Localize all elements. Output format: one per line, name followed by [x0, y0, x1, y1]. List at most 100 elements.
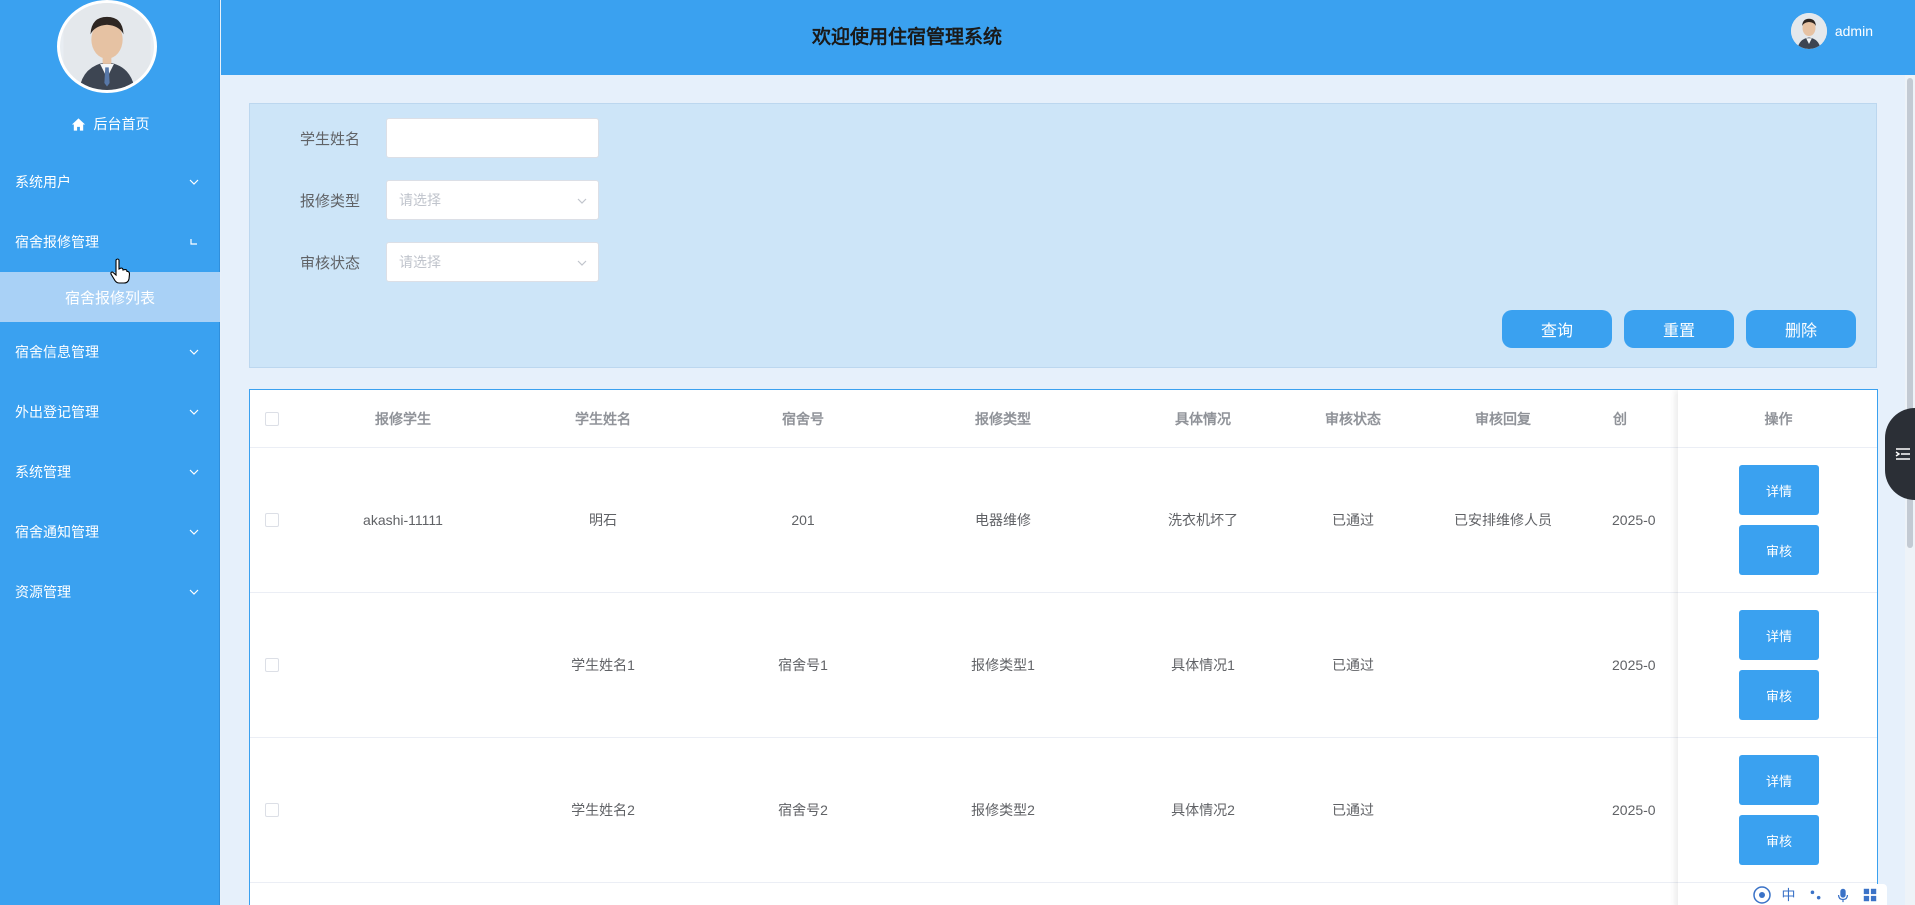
actions-cell: 详情 审核: [1678, 448, 1877, 593]
cell-room: 201: [791, 512, 815, 528]
main-content: 学生姓名 报修类型 请选择 审核状态 请选择 查询 重置 删除 报修学生 学生姓…: [221, 75, 1915, 905]
avatar[interactable]: [57, 0, 157, 93]
audit-status-row: 审核状态 请选择: [250, 242, 599, 282]
menu-item-outing-register[interactable]: 外出登记管理: [0, 382, 220, 442]
user-avatar: [1790, 13, 1827, 49]
menu-label: 系统管理: [15, 464, 71, 480]
cell-detail: 具体情况1: [1171, 657, 1235, 673]
cell-room: 宿舍号1: [778, 657, 828, 673]
menu-label: 外出登记管理: [15, 404, 99, 420]
detail-button[interactable]: 详情: [1739, 465, 1819, 515]
ime-language-toggle[interactable]: 中: [1780, 886, 1798, 904]
cell-room: 宿舍号2: [778, 802, 828, 818]
table-row[interactable]: 学生姓名2 宿舍号2 报修类型2 具体情况2 已通过 2025-0: [250, 738, 1877, 883]
select-all-checkbox[interactable]: [265, 411, 279, 426]
cell-type: 报修类型1: [971, 657, 1035, 673]
cell-status: 已通过: [1332, 802, 1374, 818]
cell-created: 2025-0: [1612, 657, 1656, 673]
top-header: 欢迎使用住宿管理系统 admin: [221, 0, 1915, 75]
detail-button[interactable]: 详情: [1739, 755, 1819, 805]
punctuation-icon[interactable]: [1807, 886, 1825, 904]
chevron-down-icon: [188, 466, 200, 478]
detail-button[interactable]: 详情: [1739, 610, 1819, 660]
microphone-icon[interactable]: [1834, 886, 1852, 904]
hand-cursor-icon: [110, 258, 130, 284]
cell-detail: 具体情况2: [1171, 802, 1235, 818]
home-link[interactable]: 后台首页: [0, 112, 220, 136]
actions-cell: 详情 审核: [1678, 738, 1877, 883]
menu-item-resource-management[interactable]: 资源管理: [0, 562, 220, 622]
table-row[interactable]: akashi-11111 明石 201 电器维修 洗衣机坏了 已通过 已安排维修…: [250, 448, 1877, 593]
col-header: 学生姓名: [575, 410, 631, 427]
col-header: 具体情况: [1175, 410, 1231, 427]
chevron-up-icon: [188, 236, 200, 248]
cell-name: 明石: [589, 512, 617, 528]
chevron-down-icon: [577, 260, 587, 266]
username: admin: [1834, 23, 1873, 39]
row-checkbox[interactable]: [265, 658, 279, 672]
list-menu-icon: [1895, 448, 1910, 460]
repair-type-placeholder: 请选择: [399, 192, 441, 208]
col-header: 审核状态: [1325, 410, 1381, 427]
col-header: 创: [1613, 410, 1627, 427]
audit-status-label: 审核状态: [299, 254, 360, 272]
audit-status-placeholder: 请选择: [399, 254, 441, 270]
student-name-label: 学生姓名: [299, 130, 360, 148]
cell-type: 电器维修: [975, 512, 1031, 528]
menu-label: 宿舍信息管理: [15, 344, 99, 360]
chevron-down-icon: [188, 586, 200, 598]
side-drawer-handle[interactable]: [1885, 408, 1915, 500]
home-icon: [71, 117, 85, 131]
search-actions: 查询 重置 删除: [1502, 310, 1856, 348]
query-button[interactable]: 查询: [1502, 310, 1612, 348]
cell-student: akashi-11111: [363, 512, 443, 528]
menu-item-dorm-info[interactable]: 宿舍信息管理: [0, 322, 220, 382]
actions-column: 操作 详情 审核 详情 审核 详情 审核: [1678, 390, 1877, 905]
student-name-input[interactable]: [386, 118, 599, 158]
repair-table: 报修学生 学生姓名 宿舍号 报修类型 具体情况 审核状态 审核回复 创 akas…: [249, 389, 1878, 905]
reset-button[interactable]: 重置: [1624, 310, 1734, 348]
col-header: 报修类型: [975, 410, 1031, 427]
menu-label: 资源管理: [15, 584, 71, 600]
menu-item-system-users[interactable]: 系统用户: [0, 152, 220, 212]
cell-student: [303, 738, 503, 882]
cell-status: 已通过: [1332, 512, 1374, 528]
cell-reply: 已安排维修人员: [1454, 512, 1552, 528]
cell-created: 2025-0: [1612, 512, 1656, 528]
delete-button[interactable]: 删除: [1746, 310, 1856, 348]
table-header: 报修学生 学生姓名 宿舍号 报修类型 具体情况 审核状态 审核回复 创: [250, 390, 1877, 448]
avatar-image: [63, 3, 151, 90]
repair-type-label: 报修类型: [299, 192, 360, 210]
repair-type-row: 报修类型 请选择: [250, 180, 599, 220]
menu-item-system-management[interactable]: 系统管理: [0, 442, 220, 502]
repair-type-select[interactable]: 请选择: [386, 180, 599, 220]
cell-student: [303, 593, 503, 737]
col-header: 审核回复: [1475, 410, 1531, 427]
col-header: 报修学生: [375, 410, 431, 427]
menu-item-dorm-notice[interactable]: 宿舍通知管理: [0, 502, 220, 562]
ime-toolbar[interactable]: 中: [1744, 884, 1887, 905]
row-checkbox[interactable]: [265, 513, 279, 527]
chevron-down-icon: [188, 406, 200, 418]
cell-reply: [1403, 593, 1603, 737]
cell-name: 学生姓名1: [571, 657, 635, 673]
chevron-down-icon: [577, 198, 587, 204]
submenu-label: 宿舍报修列表: [64, 289, 155, 307]
audit-button[interactable]: 审核: [1739, 815, 1819, 865]
cell-reply: [1403, 738, 1603, 882]
audit-button[interactable]: 审核: [1739, 525, 1819, 575]
audit-status-select[interactable]: 请选择: [386, 242, 599, 282]
sidebar: 后台首页 系统用户 宿舍报修管理 宿舍报修列表 宿舍信息管理 外出登记管理 系统…: [0, 0, 220, 905]
audit-button[interactable]: 审核: [1739, 670, 1819, 720]
student-name-row: 学生姓名: [250, 118, 599, 158]
row-checkbox[interactable]: [265, 803, 279, 817]
cell-type: 报修类型2: [971, 802, 1035, 818]
menu-label: 系统用户: [15, 174, 71, 190]
search-panel: 学生姓名 报修类型 请选择 审核状态 请选择 查询 重置 删除: [249, 103, 1877, 368]
col-header: 宿舍号: [782, 410, 824, 427]
table-row[interactable]: 学生姓名1 宿舍号1 报修类型1 具体情况1 已通过 2025-0: [250, 593, 1877, 738]
toolbox-icon[interactable]: [1861, 886, 1879, 904]
cell-name: 学生姓名2: [571, 802, 635, 818]
ime-logo-icon[interactable]: [1752, 885, 1771, 904]
user-menu[interactable]: admin: [1790, 13, 1873, 49]
